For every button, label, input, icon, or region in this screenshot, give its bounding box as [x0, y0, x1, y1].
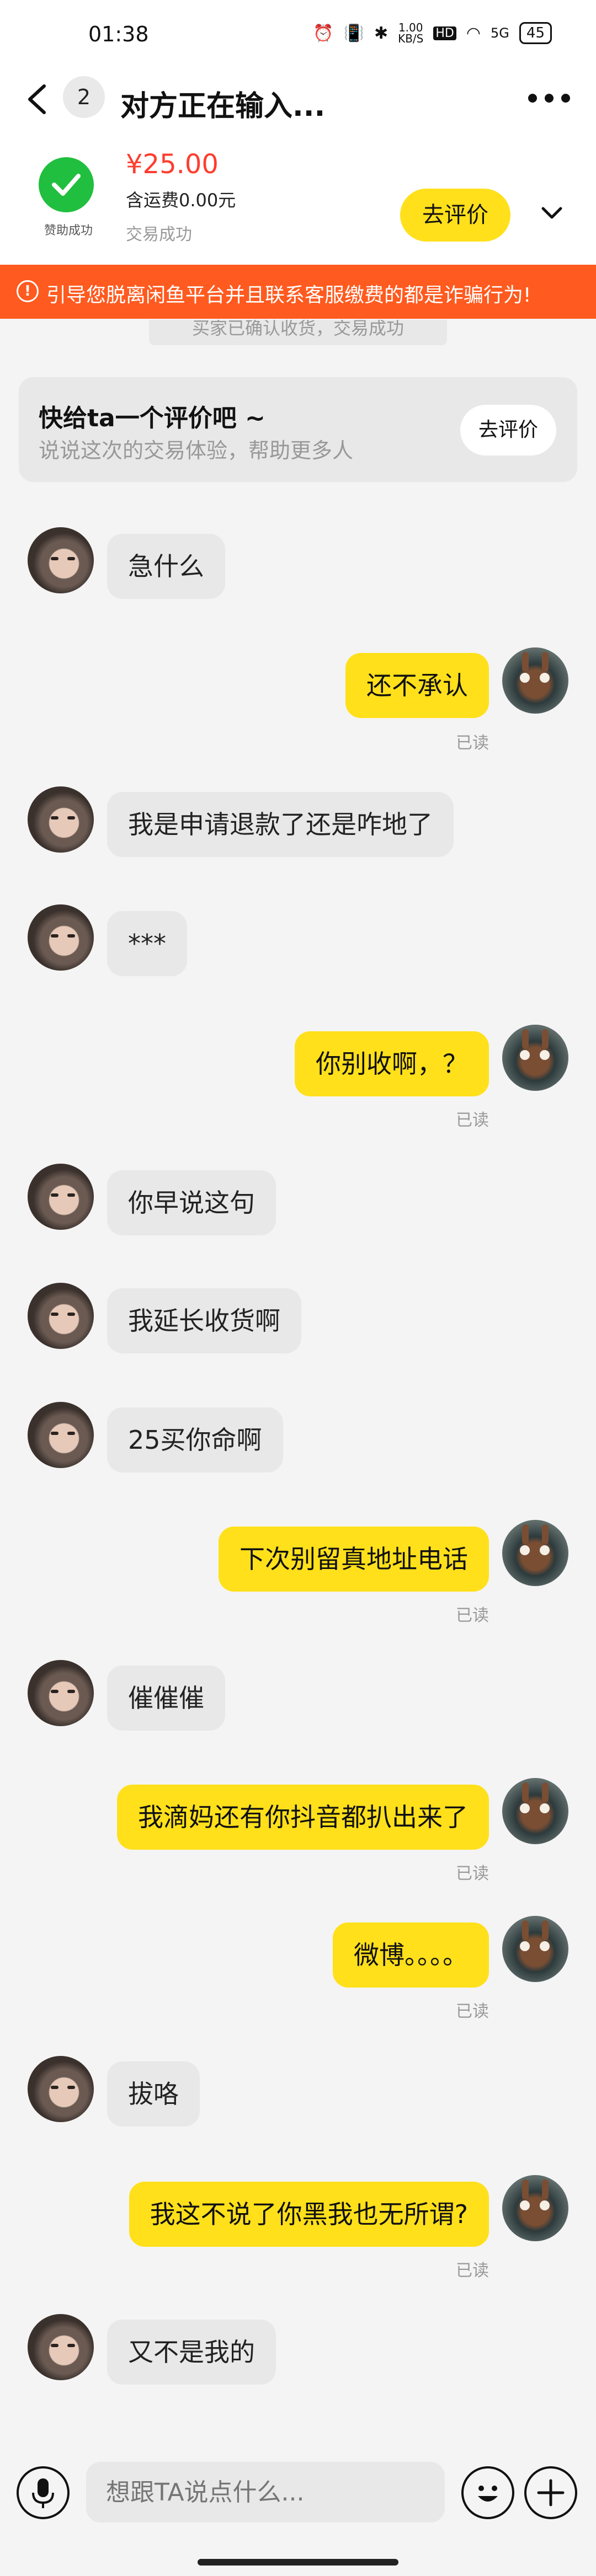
message-bubble[interactable]: 我滴妈还有你抖音都扒出来了 [117, 1785, 489, 1850]
order-price: ¥25.00 [126, 149, 219, 180]
message-bubble[interactable]: *** [107, 911, 187, 976]
avatar[interactable] [28, 1164, 94, 1230]
review-prompt-title: 快给ta一个评价吧 ~ [39, 404, 265, 432]
smiley-icon [478, 2486, 498, 2502]
trade-status: 交易成功 [126, 225, 192, 244]
avatar[interactable] [28, 2314, 94, 2380]
avatar[interactable] [28, 1283, 94, 1349]
read-status: 已读 [456, 1606, 489, 1625]
avatar[interactable] [502, 647, 568, 714]
expand-button[interactable] [534, 192, 570, 236]
badge-caption: 赞助成功 [44, 224, 93, 238]
message-bubble[interactable]: 拔咯 [107, 2061, 200, 2127]
message-bubble[interactable]: 你别收啊，？ [295, 1031, 489, 1096]
shipping-fee: 含运费0.00元 [126, 190, 236, 211]
page-title: 对方正在输入... [120, 90, 326, 123]
avatar[interactable] [28, 527, 94, 593]
vibrate-icon: 📳 [343, 23, 364, 43]
order-card[interactable]: 赞助成功 ¥25.00 含运费0.00元 交易成功 去评价 [0, 132, 596, 265]
avatar[interactable] [502, 1520, 568, 1586]
avatar[interactable] [502, 2175, 568, 2241]
home-indicator [198, 2559, 398, 2566]
avatar[interactable] [28, 904, 94, 971]
message-bubble[interactable]: 你早说这句 [107, 1170, 276, 1235]
alarm-icon: ⏰ [313, 23, 334, 43]
bluetooth-icon: ✱ [374, 23, 389, 43]
signal-icon: 5G [491, 25, 509, 41]
more-dots-icon [528, 94, 570, 103]
voice-button[interactable] [17, 2466, 70, 2519]
status-bar: 01:38 ⏰ 📳 ✱ 1.00 KB/S HD ◠ 5G 45 [0, 0, 596, 66]
review-button[interactable]: 去评价 [400, 189, 510, 242]
system-message: 买家已确认收货，交易成功 [149, 320, 447, 345]
message-bubble[interactable]: 我是申请退款了还是咋地了 [107, 792, 454, 857]
hd-icon: HD [433, 26, 456, 40]
avatar[interactable] [28, 2056, 94, 2122]
warning-text: 引导您脱离闲鱼平台并且联系客服缴费的都是诈骗行为! [46, 284, 531, 307]
fraud-warning-banner: ! 引导您脱离闲鱼平台并且联系客服缴费的都是诈骗行为! [0, 265, 596, 319]
review-prompt-card: 快给ta一个评价吧 ~ 说说这次的交易体验，帮助更多人 去评价 [19, 377, 577, 482]
warning-icon: ! [17, 280, 39, 302]
chevron-left-icon [28, 84, 46, 114]
microphone-icon [32, 2478, 54, 2508]
unread-count-badge: 2 [63, 76, 105, 118]
avatar[interactable] [502, 1778, 568, 1844]
chevron-down-icon [541, 207, 562, 219]
message-bubble[interactable]: 又不是我的 [107, 2320, 276, 2385]
review-prompt-button[interactable]: 去评价 [460, 405, 556, 456]
more-options-button[interactable] [524, 82, 574, 115]
message-bubble[interactable]: 我这不说了你黑我也无所谓? [129, 2182, 489, 2247]
read-status: 已读 [456, 1864, 489, 1883]
plus-button[interactable] [524, 2466, 577, 2519]
check-icon [39, 157, 94, 212]
wifi-icon: ◠ [466, 23, 481, 43]
message-bubble[interactable]: 催催催 [107, 1665, 225, 1731]
message-bubble[interactable]: 急什么 [107, 534, 225, 599]
battery-icon: 45 [519, 22, 552, 44]
net-speed: 1.00 KB/S [398, 22, 423, 44]
message-bubble[interactable]: 我延长收货啊 [107, 1288, 301, 1353]
avatar[interactable] [502, 1025, 568, 1091]
plus-icon [537, 2479, 565, 2507]
message-input[interactable] [86, 2462, 445, 2523]
avatar[interactable] [28, 1402, 94, 1468]
status-icons: ⏰ 📳 ✱ 1.00 KB/S HD ◠ 5G 45 [313, 22, 552, 44]
status-time: 01:38 [88, 22, 149, 46]
review-prompt-subtitle: 说说这次的交易体验，帮助更多人 [39, 438, 354, 463]
avatar[interactable] [502, 1916, 568, 1982]
read-status: 已读 [456, 733, 489, 753]
message-bubble[interactable]: 微博。。。。 [333, 1922, 489, 1988]
read-status: 已读 [456, 2261, 489, 2280]
input-bar [0, 2443, 596, 2576]
message-bubble[interactable]: 下次别留真地址电话 [219, 1527, 489, 1592]
avatar[interactable] [28, 1660, 94, 1726]
emoji-button[interactable] [461, 2466, 514, 2519]
back-button[interactable] [22, 82, 55, 117]
chat-header: 2 对方正在输入... [0, 66, 596, 132]
avatar[interactable] [28, 786, 94, 853]
read-status: 已读 [456, 2002, 489, 2021]
read-status: 已读 [456, 1111, 489, 1130]
message-bubble[interactable]: 还不承认 [345, 653, 489, 718]
message-bubble[interactable]: 25买你命啊 [107, 1407, 283, 1472]
net-speed-unit: KB/S [398, 32, 424, 45]
